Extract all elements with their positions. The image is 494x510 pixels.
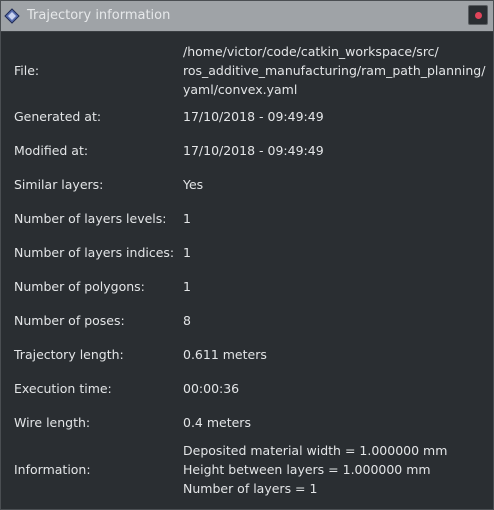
poses-label: Number of poses: [14,313,125,328]
layers-levels-label: Number of layers levels: [14,211,167,226]
file-label: File: [14,63,40,78]
trajectory-length-value: 0.611 meters [183,347,267,362]
information-value: Deposited material width = 1.000000 mm H… [183,441,447,498]
layers-levels-value: 1 [183,211,191,226]
window-title: Trajectory information [27,8,171,23]
layers-indices-value: 1 [183,245,191,260]
diamond-app-icon [4,8,20,24]
polygons-label: Number of polygons: [14,279,145,294]
file-value: /home/victor/code/catkin_workspace/src/ … [183,42,485,99]
execution-time-label: Execution time: [14,381,112,396]
layers-indices-label: Number of layers indices: [14,245,175,260]
modified-at-value: 17/10/2018 - 09:49:49 [183,143,324,158]
close-icon [475,12,482,19]
information-line: Number of layers = 1 [183,481,318,496]
title-bar[interactable]: Trajectory information [1,1,493,32]
wire-length-value: 0.4 meters [183,415,251,430]
information-label: Information: [14,462,91,477]
file-path-line: yaml/convex.yaml [183,82,298,97]
polygons-value: 1 [183,279,191,294]
wire-length-label: Wire length: [14,415,91,430]
modified-at-label: Modified at: [14,143,89,158]
generated-at-label: Generated at: [14,109,102,124]
trajectory-info-window: Trajectory information File: /home/victo… [0,0,494,510]
generated-at-value: 17/10/2018 - 09:49:49 [183,109,324,124]
similar-layers-value: Yes [183,177,204,192]
file-path-line: /home/victor/code/catkin_workspace/src/ [183,44,439,59]
close-button[interactable] [468,5,488,25]
trajectory-length-label: Trajectory length: [14,347,124,362]
similar-layers-label: Similar layers: [14,177,104,192]
information-line: Deposited material width = 1.000000 mm [183,443,448,458]
information-line: Height between layers = 1.000000 mm [183,462,431,477]
execution-time-value: 00:00:36 [183,381,240,396]
poses-value: 8 [183,313,191,328]
file-path-line: ros_additive_manufacturing/ram_path_plan… [183,63,486,78]
